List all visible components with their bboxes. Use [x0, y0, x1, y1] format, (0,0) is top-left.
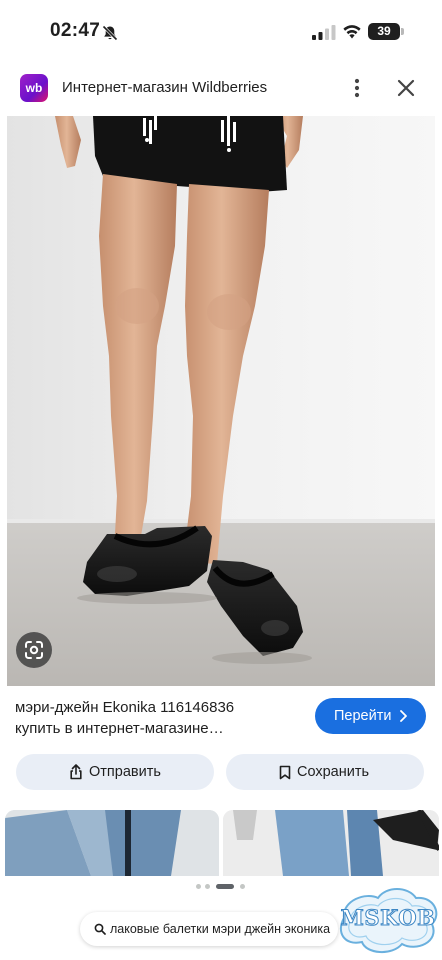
- close-icon[interactable]: [394, 76, 418, 100]
- source-header: wb Интернет-магазин Wildberries: [0, 64, 442, 116]
- related-search-chip[interactable]: лаковые балетки мэри джейн эконика: [80, 912, 338, 946]
- battery-tip: [401, 28, 404, 35]
- product-image[interactable]: [7, 116, 435, 686]
- product-caption[interactable]: мэри-джейн Ekonika 116146836 купить в ин…: [15, 697, 305, 739]
- google-lens-button[interactable]: [16, 632, 52, 668]
- related-photo-1: [5, 810, 219, 876]
- share-icon: [70, 764, 82, 780]
- visit-label: Перейти: [334, 708, 392, 724]
- save-label: Сохранить: [297, 764, 370, 780]
- battery-percent: 39: [377, 24, 391, 38]
- wifi-icon: [343, 25, 361, 39]
- share-label: Отправить: [89, 764, 161, 780]
- related-photo-2: [223, 810, 439, 876]
- signal-icon: [312, 25, 336, 40]
- bell-muted-icon: [102, 25, 118, 41]
- caption-line-2: купить в интернет-магазине…: [15, 720, 224, 737]
- wildberries-logo[interactable]: wb: [20, 74, 48, 102]
- pager-dot: [240, 884, 245, 889]
- visit-button[interactable]: Перейти: [315, 698, 426, 734]
- status-bar: 02:47 39: [0, 0, 442, 64]
- related-image-1[interactable]: [5, 810, 219, 876]
- pager-dot: [196, 884, 201, 889]
- watermark-text: MSKOB: [340, 905, 436, 931]
- search-icon: [94, 923, 106, 935]
- status-time: 02:47: [50, 20, 101, 41]
- pager-dot: [205, 884, 210, 889]
- bookmark-icon: [279, 765, 291, 779]
- save-button[interactable]: Сохранить: [226, 754, 424, 790]
- source-title[interactable]: Интернет-магазин Wildberries: [62, 79, 267, 96]
- more-vert-icon[interactable]: [346, 76, 368, 100]
- product-photo: [7, 116, 435, 686]
- pager-dot-active: [216, 884, 234, 889]
- mskob-watermark-logo: MSKOB: [336, 884, 440, 956]
- caption-line-1: мэри-джейн Ekonika 116146836: [15, 699, 235, 716]
- search-query: лаковые балетки мэри джейн эконика: [110, 922, 331, 936]
- google-lens-icon: [25, 641, 43, 659]
- related-image-2[interactable]: [223, 810, 439, 876]
- battery-icon: 39: [368, 23, 400, 40]
- share-button[interactable]: Отправить: [16, 754, 214, 790]
- chevron-right-icon: [400, 710, 407, 722]
